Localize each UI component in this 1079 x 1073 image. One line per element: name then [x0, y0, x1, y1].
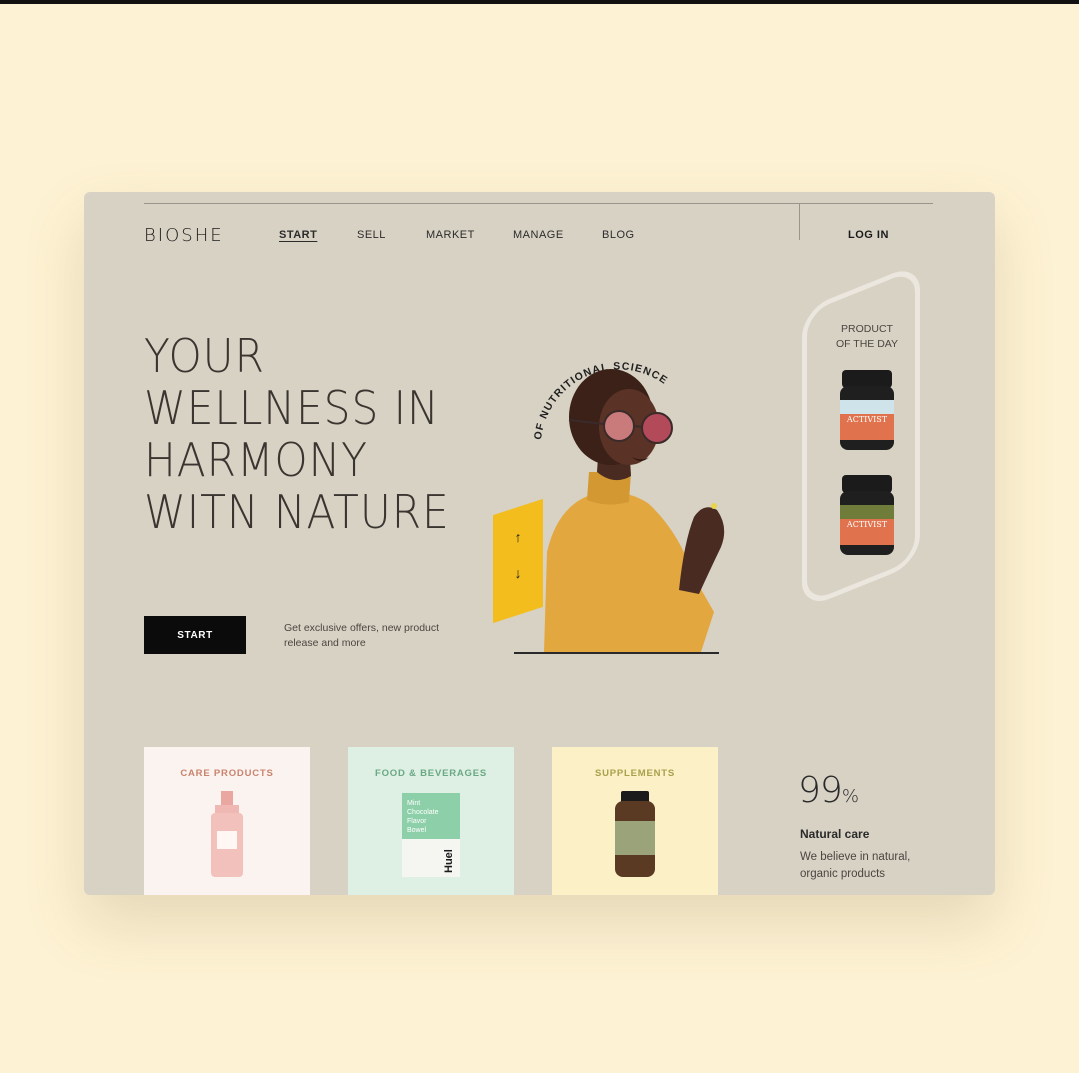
cta-note: Get exclusive offers, new product releas… — [284, 622, 440, 649]
ground-line — [514, 652, 719, 654]
potd-title-line: PRODUCT — [841, 323, 893, 335]
stat-title: Natural care — [800, 827, 870, 841]
serum-bottle-icon — [211, 791, 243, 877]
lens-left — [603, 410, 635, 442]
pouch-text: Mint — [407, 800, 420, 807]
stat-description: We believe in natural, organic products — [800, 851, 911, 880]
potd-title-line: OF THE DAY — [835, 338, 899, 350]
header-divider — [144, 203, 933, 204]
login-link[interactable]: LOG IN — [848, 229, 889, 241]
hero-illustration: OF NUTRITIONAL SCIENCE + NATURE DISC ↑ ↓ — [485, 313, 749, 662]
jar-brand: ACTIVIST — [846, 520, 888, 529]
category-card-food[interactable]: FOOD & BEVERAGES Mint Chocolate Flavor B… — [348, 747, 514, 895]
arrow-down-icon[interactable]: ↓ — [493, 557, 543, 589]
start-button[interactable]: START — [144, 616, 246, 654]
supplement-jar-icon — [615, 791, 655, 877]
nav-item-sell[interactable]: SELL — [357, 229, 386, 241]
nav-item-start[interactable]: START — [279, 229, 317, 241]
hero-headline: YOUR WELLNESS IN HARMONY WITN NATURE — [144, 330, 475, 538]
huel-pouch-icon: Mint Chocolate Flavor Bowel Huel — [402, 793, 460, 877]
stat-value: 99 — [798, 770, 843, 811]
brand-logo[interactable]: BIOSHE — [144, 225, 224, 246]
category-label: SUPPLEMENTS — [594, 768, 676, 779]
stat-unit: % — [841, 786, 859, 807]
top-border — [0, 0, 1079, 4]
product-of-day-title: PRODUCT OF THE DAY — [822, 322, 912, 352]
nav-item-market[interactable]: MARKET — [426, 229, 475, 241]
nav-item-manage[interactable]: MANAGE — [513, 229, 564, 241]
headline-line: WELLNESS IN — [144, 381, 440, 435]
category-label: FOOD & BEVERAGES — [374, 768, 488, 779]
activist-jar-icon[interactable]: ACTIVIST — [838, 475, 896, 555]
pouch-text: Bowel — [407, 827, 427, 834]
pouch-text: Chocolate — [407, 809, 439, 816]
website-mockup: BIOSHE START SELL MARKET MANAGE BLOG LOG… — [84, 192, 995, 895]
category-card-supplements[interactable]: SUPPLEMENTS — [552, 747, 718, 895]
scroll-control[interactable]: ↑ ↓ — [493, 498, 543, 624]
stat-number: 99% — [798, 770, 859, 811]
headline-line: YOUR — [144, 329, 265, 383]
jar-brand: ACTIVIST — [846, 415, 888, 424]
pouch-text: Flavor — [407, 818, 427, 825]
hand-shape — [679, 507, 725, 594]
lens-right — [641, 412, 673, 444]
headline-line: HARMONY — [144, 433, 368, 487]
pouch-brand: Huel — [443, 849, 455, 873]
arrow-up-icon[interactable]: ↑ — [493, 521, 543, 553]
category-card-care[interactable]: CARE PRODUCTS — [144, 747, 310, 895]
nail-polish — [711, 503, 717, 509]
activist-jar-icon[interactable]: ACTIVIST — [838, 370, 896, 450]
category-label: CARE PRODUCTS — [180, 768, 274, 779]
nav-item-blog[interactable]: BLOG — [602, 229, 635, 241]
glasses-bridge — [633, 425, 643, 428]
header-vertical-divider — [799, 203, 800, 240]
headline-line: WITN NATURE — [144, 485, 450, 539]
